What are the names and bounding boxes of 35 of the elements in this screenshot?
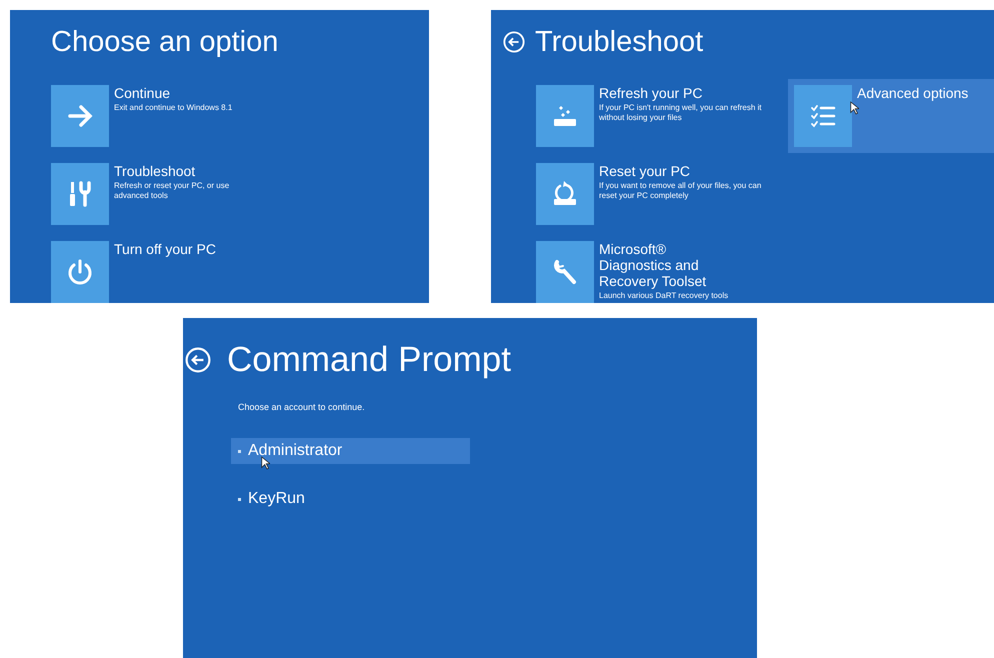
option-title: Troubleshoot	[114, 163, 196, 179]
option-description: Launch various DaRT recovery tools	[599, 291, 728, 301]
option-description: Exit and continue to Windows 8.1	[114, 103, 232, 113]
option-tile[interactable]: Refresh your PC If your PC isn't running well, you can refresh it without losing your files	[536, 85, 766, 147]
mouse-pointer-icon	[850, 101, 859, 115]
option-tile[interactable]: Microsoft® Diagnostics and Recovery Toolset Launch various DaRT recovery tools	[536, 241, 766, 303]
option-title: Reset your PC	[599, 163, 690, 179]
option-tile[interactable]: Turn off your PC	[51, 241, 429, 303]
account-name: KeyRun	[248, 490, 305, 508]
drive-circular-arrow-icon	[551, 180, 579, 208]
screen-title: Troubleshoot	[535, 25, 704, 60]
option-title: Turn off your PC	[114, 241, 216, 257]
checklist-icon	[809, 102, 837, 130]
account-name: Administrator	[248, 442, 342, 460]
screen-title: Command Prompt	[227, 339, 511, 381]
option-description: If your PC isn't running well, you can refresh it without losing your files	[599, 103, 762, 123]
bullet-icon	[238, 498, 241, 500]
bullet-icon	[238, 450, 241, 452]
option-tile[interactable]: Continue Exit and continue to Windows 8.1	[51, 85, 429, 147]
option-title: Advanced options	[857, 85, 968, 101]
option-tile[interactable]: Advanced options	[788, 79, 994, 153]
mouse-pointer-icon	[261, 456, 270, 470]
account-item[interactable]: KeyRun	[231, 486, 470, 512]
option-tile[interactable]: Troubleshoot Refresh or reset your PC, or use advanced tools	[51, 163, 429, 225]
option-title: Microsoft® Diagnostics and Recovery Toolset	[599, 241, 708, 289]
arrow-icon	[66, 102, 94, 130]
option-title: Continue	[114, 85, 170, 101]
option-title: Refresh your PC	[599, 85, 702, 101]
power-icon	[66, 258, 94, 286]
option-description: If you want to remove all of your files, you can reset your PC completely	[599, 181, 762, 201]
option-tile[interactable]: Reset your PC If you want to remove all of your files, you can reset your PC completely	[536, 163, 766, 225]
wrench-icon	[551, 258, 579, 286]
instruction-text: Choose an account to continue.	[238, 402, 366, 412]
screen-title: Choose an option	[51, 25, 278, 60]
option-description: Refresh or reset your PC, or use advanced tools	[114, 181, 230, 201]
